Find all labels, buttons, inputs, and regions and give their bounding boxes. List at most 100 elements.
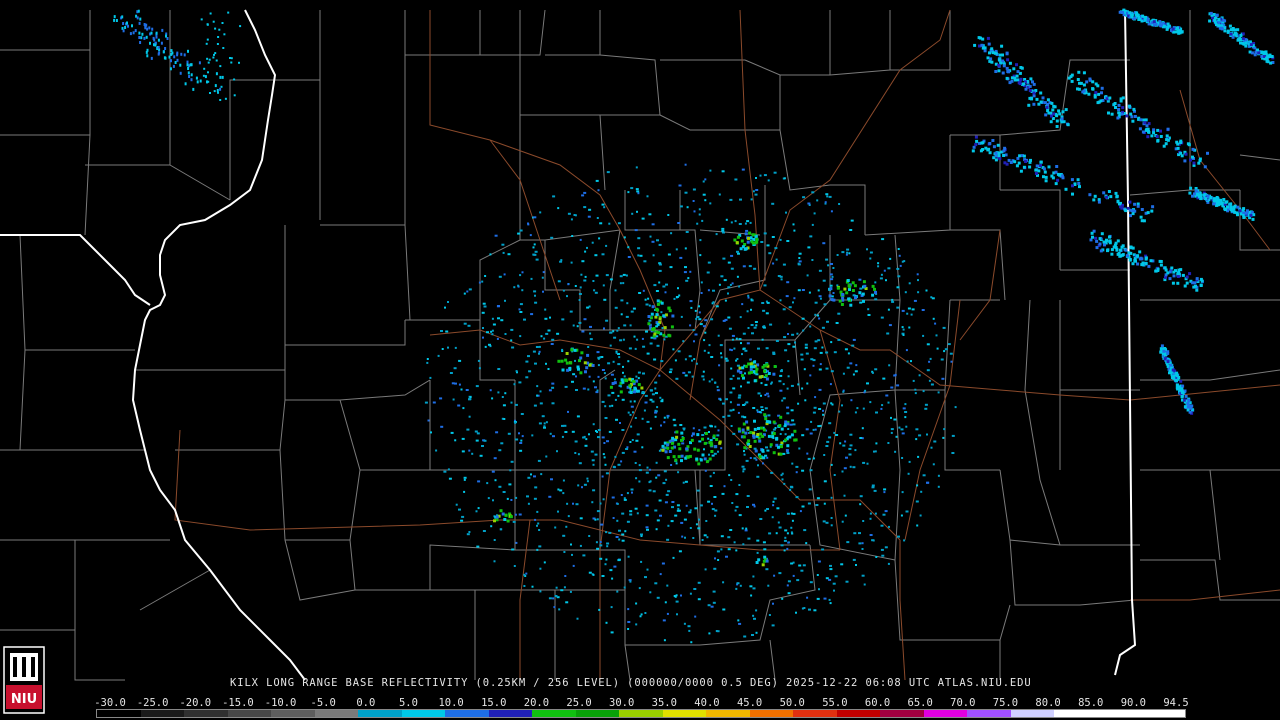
echo-pixel [646,420,650,423]
echo-pixel [635,188,639,191]
echo-pixel [168,55,171,59]
echo-pixel [1091,87,1095,91]
echo-pixel [692,329,695,331]
echo-pixel [543,425,546,428]
echo-pixel [937,391,940,394]
echo-pixel [685,504,688,507]
echo-pixel [638,469,642,472]
echo-pixel [188,75,191,78]
echo-pixel [915,428,919,431]
echo-pixel [671,501,675,503]
echo-pixel [738,514,742,517]
echo-pixel [755,367,759,371]
echo-pixel [634,417,637,419]
echo-pixel [615,351,618,354]
echo-pixel [1188,191,1192,195]
echo-pixel [533,290,537,293]
echo-pixel [950,360,953,363]
echo-pixel [881,404,884,407]
echo-pixel [490,330,493,333]
echo-pixel [554,526,557,529]
echo-pixel [1129,112,1133,116]
echo-pixel [750,370,753,374]
echo-pixel [223,33,226,36]
echo-pixel [760,382,763,385]
echo-pixel [633,400,636,403]
echo-pixel [849,303,853,307]
echo-pixel [874,512,877,515]
echo-pixel [458,359,462,362]
echo-pixel [838,410,841,413]
echo-pixel [676,613,678,616]
echo-pixel [670,464,673,466]
echo-pixel [557,488,560,491]
echo-pixel [521,435,524,438]
echo-pixel [1174,378,1178,382]
echo-pixel [825,193,829,196]
echo-pixel [767,395,770,398]
echo-pixel [797,289,801,292]
echo-pixel [603,456,606,459]
echo-pixel [780,278,783,281]
echo-pixel [506,497,509,500]
echo-pixel [619,275,623,278]
echo-pixel [916,484,919,487]
echo-pixel [896,306,900,309]
echo-pixel [692,537,695,539]
echo-pixel [138,31,141,35]
echo-pixel [220,85,223,88]
echo-pixel [685,231,689,233]
product-caption: KILX LONG RANGE BASE REFLECTIVITY (0.25K… [230,677,1032,689]
echo-pixel [653,358,657,361]
echo-pixel [674,359,677,362]
echo-pixel [690,306,693,309]
echo-pixel [484,275,487,277]
echo-pixel [629,441,632,443]
echo-pixel [517,232,521,235]
echo-pixel [192,87,195,91]
echo-pixel [947,343,951,346]
echo-pixel [779,370,783,373]
echo-pixel [1013,160,1017,164]
echo-pixel [1103,243,1106,247]
echo-pixel [843,467,847,470]
echo-pixel [1028,84,1032,88]
echo-pixel [826,320,829,323]
echo-pixel [1085,80,1089,84]
echo-pixel [649,468,651,471]
echo-pixel [1142,118,1146,122]
echo-pixel [789,423,793,426]
echo-pixel [447,301,449,303]
echo-pixel [704,331,707,334]
echo-pixel [221,75,224,79]
echo-pixel [519,229,523,232]
echo-pixel [1146,19,1150,23]
echo-pixel [482,530,486,532]
echo-pixel [680,454,684,458]
echo-pixel [750,308,752,311]
echo-pixel [548,597,552,600]
echo-pixel [830,263,833,265]
echo-pixel [1136,262,1140,266]
echo-pixel [619,282,622,285]
echo-pixel [670,441,674,445]
echo-pixel [1187,405,1191,409]
echo-pixel [716,385,719,388]
echo-pixel [848,252,851,255]
echo-pixel [545,362,547,365]
echo-pixel [637,247,641,250]
echo-pixel [887,308,890,311]
color-scale-segment [749,710,794,717]
echo-pixel [737,377,740,380]
echo-pixel [864,389,867,392]
echo-pixel [788,322,791,325]
echo-pixel [576,325,579,328]
echo-pixel [1217,200,1221,204]
echo-pixel [830,524,833,527]
echo-pixel [806,274,809,277]
echo-pixel [732,432,736,435]
color-scale-segment [445,710,489,717]
echo-pixel [648,489,652,492]
echo-pixel [1156,128,1160,132]
echo-pixel [812,411,816,414]
